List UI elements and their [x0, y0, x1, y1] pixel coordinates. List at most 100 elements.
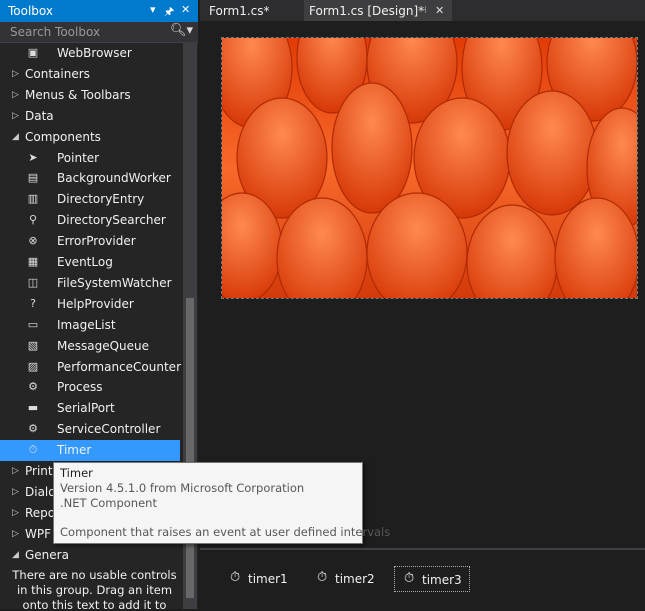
close-icon[interactable]: ✕ — [435, 4, 444, 17]
toolbox-item[interactable]: ⚲ DirectorySearcher — [0, 210, 180, 231]
toolbox-title: Toolbox — [8, 4, 53, 18]
toolbox-search[interactable]: Search Toolbox 🔍︎▾ — [0, 22, 198, 43]
toolbox-item-label: Components — [25, 129, 101, 144]
pin-icon[interactable]: ⊣ — [418, 5, 427, 16]
image-list-icon: ▭ — [27, 317, 39, 331]
toolbox-item-label: FileSystemWatcher — [57, 275, 172, 290]
expanded-arrow-icon[interactable]: ◢ — [12, 550, 19, 560]
toolbox-item[interactable]: ⚙ Process — [0, 377, 180, 398]
toolbox-item-label: DirectoryEntry — [57, 192, 145, 207]
toolbox-item-label: WebBrowser — [57, 46, 132, 60]
toolbox-item-label: Pointer — [57, 150, 100, 165]
toolbox-item[interactable]: ▤ BackgroundWorker — [0, 168, 180, 189]
toolbox-item[interactable]: ▭ ImageList — [0, 315, 180, 336]
help-provider-icon: ? — [30, 296, 36, 310]
toolbox-item[interactable]: ▥ DirectoryEntry — [0, 189, 180, 210]
toolbox-item-label: Containers — [25, 66, 90, 81]
toolbox-item-label: ServiceController — [57, 422, 161, 437]
background-worker-icon: ▤ — [27, 171, 39, 185]
toolbox-item-label: SerialPort — [57, 401, 115, 416]
service-controller-icon: ⚙ — [28, 422, 38, 436]
tab-label: Form1.cs [Design]* — [309, 4, 425, 18]
toolbox-item[interactable]: ➤ Pointer — [0, 148, 180, 169]
directory-entry-icon: ▥ — [27, 192, 39, 206]
tab-form1-design[interactable]: Form1.cs [Design]* ⊣ ✕ — [304, 0, 452, 21]
expanded-arrow-icon[interactable]: ◢ — [12, 132, 19, 142]
component-timer1[interactable]: ⏱ timer1 — [230, 566, 290, 590]
tooltip-component: .NET Component — [60, 496, 157, 510]
toolbox-item-label: HelpProvider — [57, 296, 134, 311]
toolbox-item[interactable]: ◫ FileSystemWatcher — [0, 273, 180, 294]
collapsed-arrow-icon[interactable]: ▷ — [12, 487, 19, 497]
toolbox-item[interactable]: ▷ Data — [0, 106, 180, 127]
globe-icon: ▣ — [27, 46, 39, 59]
collapsed-arrow-icon[interactable]: ▷ — [12, 508, 19, 518]
toolbox-item[interactable]: ▧ MessageQueue — [0, 336, 180, 357]
toolbox-item-label: MessageQueue — [57, 338, 150, 353]
tab-form1-code[interactable]: Form1.cs* — [200, 0, 304, 21]
toolbox-item[interactable]: ▷ Containers — [0, 64, 180, 85]
toolbox-item[interactable]: ▬ SerialPort — [0, 398, 180, 419]
toolbox-item[interactable]: ◢ Genera — [0, 545, 180, 566]
component-timer3[interactable]: ⏱ timer3 — [394, 566, 470, 592]
timer-icon: ⏱ — [317, 570, 328, 585]
tab-label: Form1.cs* — [209, 4, 270, 18]
tooltip-version: Version 4.5.1.0 from Microsoft Corporati… — [60, 481, 305, 495]
toolbox-item[interactable]: ⚙ ServiceController — [0, 419, 180, 440]
event-log-icon: ▦ — [27, 255, 39, 268]
toolbox-item-label: ErrorProvider — [57, 234, 136, 249]
collapsed-arrow-icon[interactable]: ▷ — [12, 69, 19, 79]
collapsed-arrow-icon[interactable]: ▷ — [12, 111, 19, 121]
search-input[interactable]: Search Toolbox — [10, 25, 100, 39]
pointer-icon: ➤ — [28, 150, 38, 164]
toolbox-item-label: Dialo — [25, 484, 56, 499]
toolbox-item-label: Process — [57, 380, 103, 395]
flower-petals-image — [201, 2, 645, 322]
toolbox-item[interactable]: ▨ PerformanceCounter — [0, 357, 181, 378]
toolbox-item-label: Menus & Toolbars — [25, 87, 131, 102]
collapsed-arrow-icon[interactable]: ▷ — [12, 466, 19, 476]
timer-icon: ⏱ — [404, 571, 415, 586]
toolbox-item-label: Data — [25, 108, 54, 123]
toolbox-title-bar: Toolbox ▾ 🖈 ✕ — [0, 0, 198, 22]
toolbox-item-label: DirectorySearcher — [57, 213, 166, 228]
collapsed-arrow-icon[interactable]: ▷ — [12, 90, 19, 100]
tooltip-title: Timer — [60, 466, 93, 480]
picture-box[interactable] — [201, 2, 645, 322]
component-name: timer2 — [335, 572, 375, 586]
toolbox-item-label: Printi — [25, 464, 56, 478]
toolbox-item[interactable]: ▦ EventLog — [0, 252, 180, 273]
component-timer2[interactable]: ⏱ timer2 — [317, 566, 377, 590]
toolbox-item-label: Genera — [25, 547, 69, 562]
chevron-down-icon[interactable]: ▾ — [150, 3, 156, 16]
collapsed-arrow-icon[interactable]: ▷ — [12, 529, 19, 539]
file-system-watcher-icon: ◫ — [27, 275, 39, 289]
toolbox-item-label: BackgroundWorker — [57, 171, 171, 186]
pin-icon[interactable]: 🖈 — [164, 3, 174, 22]
toolbox-item-label: ImageList — [57, 317, 116, 332]
timer-tooltip: Timer Version 4.5.1.0 from Microsoft Cor… — [53, 462, 390, 544]
toolbox-item[interactable]: ▣ WebBrowser — [0, 43, 180, 64]
serial-port-icon: ▬ — [27, 401, 39, 415]
process-icon: ⚙ — [28, 380, 38, 394]
toolbox-item[interactable]: ◢ Components — [0, 127, 180, 148]
toolbox-item-label: PerformanceCounter — [57, 359, 181, 374]
document-tab-strip: Form1.cs* Form1.cs [Design]* ⊣ ✕ — [200, 0, 645, 21]
close-icon[interactable]: ✕ — [181, 3, 190, 16]
toolbox-item[interactable]: ⊗ ErrorProvider — [0, 231, 180, 252]
empty-group-note: There are no usable controls in this gro… — [12, 568, 177, 609]
message-queue-icon: ▧ — [27, 338, 39, 352]
component-name: timer1 — [248, 572, 288, 586]
tooltip-description: Component that raises an event at user d… — [60, 525, 391, 539]
toolbox-item-label: Timer — [57, 443, 92, 458]
component-name: timer3 — [422, 573, 462, 587]
scrollbar-thumb[interactable] — [186, 298, 194, 598]
timer-icon: ⏱ — [230, 570, 241, 585]
toolbox-item[interactable]: ? HelpProvider — [0, 294, 180, 315]
timer-icon: ⏱ — [28, 443, 38, 457]
toolbox-item-label: EventLog — [57, 255, 113, 269]
toolbox-item[interactable]: ⏱ Timer — [0, 440, 180, 462]
search-icon[interactable]: 🔍︎▾ — [170, 23, 193, 38]
toolbox-item[interactable]: ▷ Menus & Toolbars — [0, 85, 180, 106]
error-provider-icon: ⊗ — [28, 234, 38, 248]
